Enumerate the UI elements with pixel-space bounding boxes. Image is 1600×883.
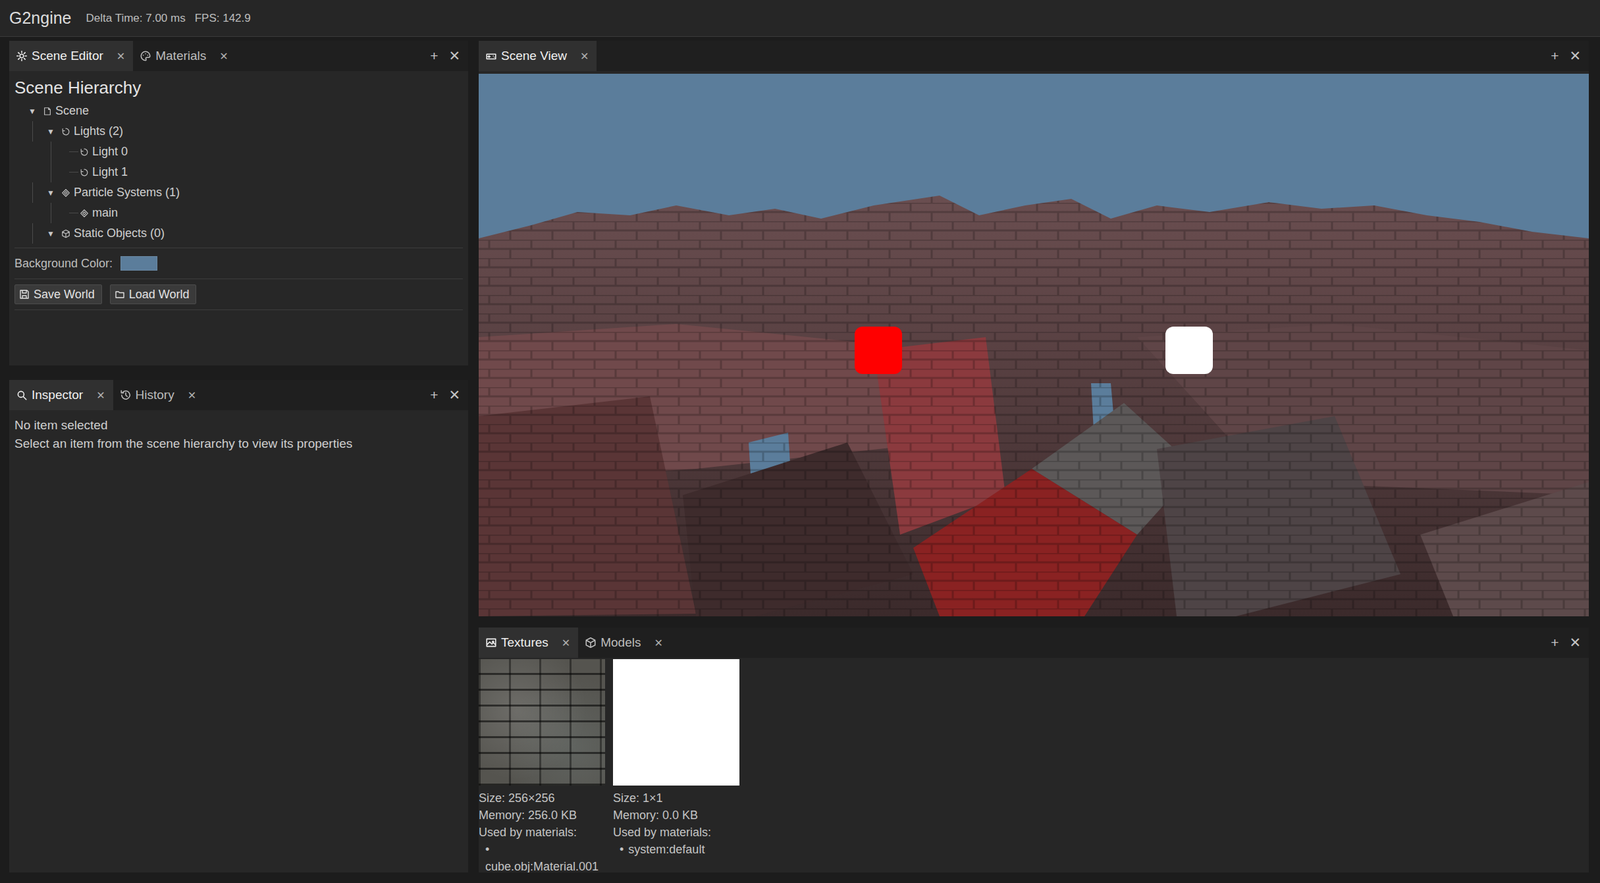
texture-usage-label: Used by materials: bbox=[478, 823, 606, 841]
tree-connector bbox=[69, 171, 79, 173]
image-icon bbox=[485, 636, 498, 649]
textures-panel: Textures✕Models✕+✕Size: 256×256Memory: 2… bbox=[478, 627, 1589, 873]
light-marker[interactable] bbox=[1165, 326, 1213, 374]
tab[interactable]: Models✕ bbox=[578, 627, 671, 658]
add-panel-button[interactable]: + bbox=[1545, 40, 1564, 72]
load-icon bbox=[114, 289, 126, 300]
background-color-row: Background Color: bbox=[14, 252, 463, 275]
light-marker[interactable] bbox=[854, 326, 903, 374]
add-panel-button[interactable]: + bbox=[1545, 627, 1564, 658]
scene-view-panel: Scene View✕+✕ bbox=[478, 40, 1589, 617]
tab-bar: Inspector✕History✕+✕ bbox=[9, 379, 469, 411]
close-tab-button[interactable]: ✕ bbox=[116, 50, 126, 63]
expand-toggle[interactable]: ▼ bbox=[28, 106, 43, 116]
gear-icon bbox=[15, 50, 28, 62]
close-tab-button[interactable]: ✕ bbox=[561, 636, 571, 650]
texture-memory: Memory: 256.0 KB bbox=[478, 806, 606, 824]
close-tab-button[interactable]: ✕ bbox=[580, 50, 589, 63]
texture-card[interactable]: Size: 256×256Memory: 256.0 KBUsed by mat… bbox=[478, 659, 606, 873]
light-icon bbox=[61, 127, 71, 137]
tree-node[interactable]: Light 1 bbox=[14, 161, 463, 183]
particles-icon bbox=[79, 208, 89, 218]
inspector-message: No item selected bbox=[14, 418, 463, 433]
texture-card[interactable]: Size: 1×1Memory: 0.0 KBUsed by materials… bbox=[613, 659, 740, 873]
tab[interactable]: Materials✕ bbox=[133, 40, 236, 72]
tab-bar: Textures✕Models✕+✕ bbox=[478, 627, 1589, 658]
title-bar: G2ngine Delta Time: 7.00 ms FPS: 142.9 bbox=[0, 0, 1600, 37]
save-icon bbox=[19, 289, 30, 300]
material-entry: • system:default bbox=[613, 840, 740, 858]
brick-texture bbox=[478, 195, 1589, 617]
texture-size: Size: 256×256 bbox=[478, 789, 606, 807]
separator bbox=[14, 278, 463, 280]
add-panel-button[interactable]: + bbox=[424, 379, 444, 411]
texture-usage-label: Used by materials: bbox=[613, 823, 740, 841]
light-icon bbox=[79, 147, 89, 157]
tab[interactable]: Inspector✕ bbox=[9, 379, 114, 411]
tab[interactable]: Scene View✕ bbox=[478, 40, 597, 72]
expand-toggle[interactable]: ▼ bbox=[46, 127, 62, 137]
light-icon bbox=[79, 167, 89, 178]
expand-toggle[interactable]: ▼ bbox=[46, 188, 62, 198]
hierarchy-heading: Scene Hierarchy bbox=[14, 77, 463, 99]
color-swatch[interactable] bbox=[120, 256, 158, 271]
separator bbox=[14, 309, 463, 311]
editor-window: G2ngine Delta Time: 7.00 ms FPS: 142.9 Scen… bbox=[0, 0, 1600, 883]
tree-node[interactable]: main bbox=[14, 202, 463, 224]
scene-icon bbox=[42, 106, 53, 116]
tab[interactable]: Scene Editor✕ bbox=[9, 40, 134, 72]
add-panel-button[interactable]: + bbox=[424, 40, 444, 72]
tree-connector bbox=[69, 151, 79, 153]
inspector-hint: Select an item from the scene hierarchy … bbox=[14, 436, 463, 452]
tab[interactable]: History✕ bbox=[113, 379, 205, 411]
frame-stat: FPS: 142.9 bbox=[194, 11, 251, 26]
separator bbox=[14, 247, 463, 249]
frame-stat: Delta Time: 7.00 ms bbox=[86, 11, 186, 26]
box-icon bbox=[61, 229, 71, 239]
close-tab-button[interactable]: ✕ bbox=[219, 50, 228, 63]
close-panel-button[interactable]: ✕ bbox=[1563, 40, 1589, 72]
load-world-button[interactable]: Load World bbox=[109, 284, 197, 305]
scene-render bbox=[478, 73, 1589, 617]
scene-viewport[interactable] bbox=[478, 73, 1589, 617]
save-world-button[interactable]: Save World bbox=[14, 284, 103, 305]
close-panel-button[interactable]: ✕ bbox=[443, 40, 469, 72]
tree-node[interactable]: ▼Particle Systems (1) bbox=[14, 182, 463, 203]
app-title: G2ngine bbox=[9, 8, 72, 28]
tree-node[interactable]: ▼Lights (2) bbox=[14, 121, 463, 142]
close-tab-button[interactable]: ✕ bbox=[96, 389, 105, 402]
palette-icon bbox=[139, 50, 152, 62]
history-icon bbox=[119, 389, 132, 401]
texture-thumbnail bbox=[613, 659, 740, 786]
close-panel-button[interactable]: ✕ bbox=[443, 379, 469, 411]
texture-thumbnail bbox=[478, 659, 606, 786]
scene-editor-panel: Scene Editor✕Materials✕+✕Scene Hierarchy… bbox=[9, 40, 469, 366]
far-cubes bbox=[478, 195, 1589, 617]
close-tab-button[interactable]: ✕ bbox=[187, 389, 197, 402]
tree-connector bbox=[69, 212, 79, 214]
tree-node[interactable]: ▼Static Objects (0) bbox=[14, 223, 463, 244]
search-icon bbox=[15, 389, 28, 401]
scene-tree: ▼Scene▼Lights (2)Light 0Light 1▼Particle… bbox=[14, 100, 463, 244]
close-panel-button[interactable]: ✕ bbox=[1563, 627, 1589, 658]
tab-bar: Scene View✕+✕ bbox=[478, 40, 1589, 72]
particles-icon bbox=[61, 188, 71, 198]
inspector-panel: Inspector✕History✕+✕No item selectedSele… bbox=[9, 379, 469, 873]
close-tab-button[interactable]: ✕ bbox=[653, 636, 663, 650]
texture-memory: Memory: 0.0 KB bbox=[613, 806, 740, 824]
tree-node[interactable]: Light 0 bbox=[14, 141, 463, 162]
material-entry: • cube.obj:Material.001 bbox=[478, 840, 606, 873]
tab-bar: Scene Editor✕Materials✕+✕ bbox=[9, 40, 469, 72]
tree-node[interactable]: ▼Scene bbox=[14, 100, 463, 122]
texture-size: Size: 1×1 bbox=[613, 789, 740, 807]
cube-icon bbox=[584, 636, 597, 649]
gamepad-icon bbox=[485, 50, 498, 62]
expand-toggle[interactable]: ▼ bbox=[46, 229, 62, 239]
tab[interactable]: Textures✕ bbox=[478, 627, 579, 658]
